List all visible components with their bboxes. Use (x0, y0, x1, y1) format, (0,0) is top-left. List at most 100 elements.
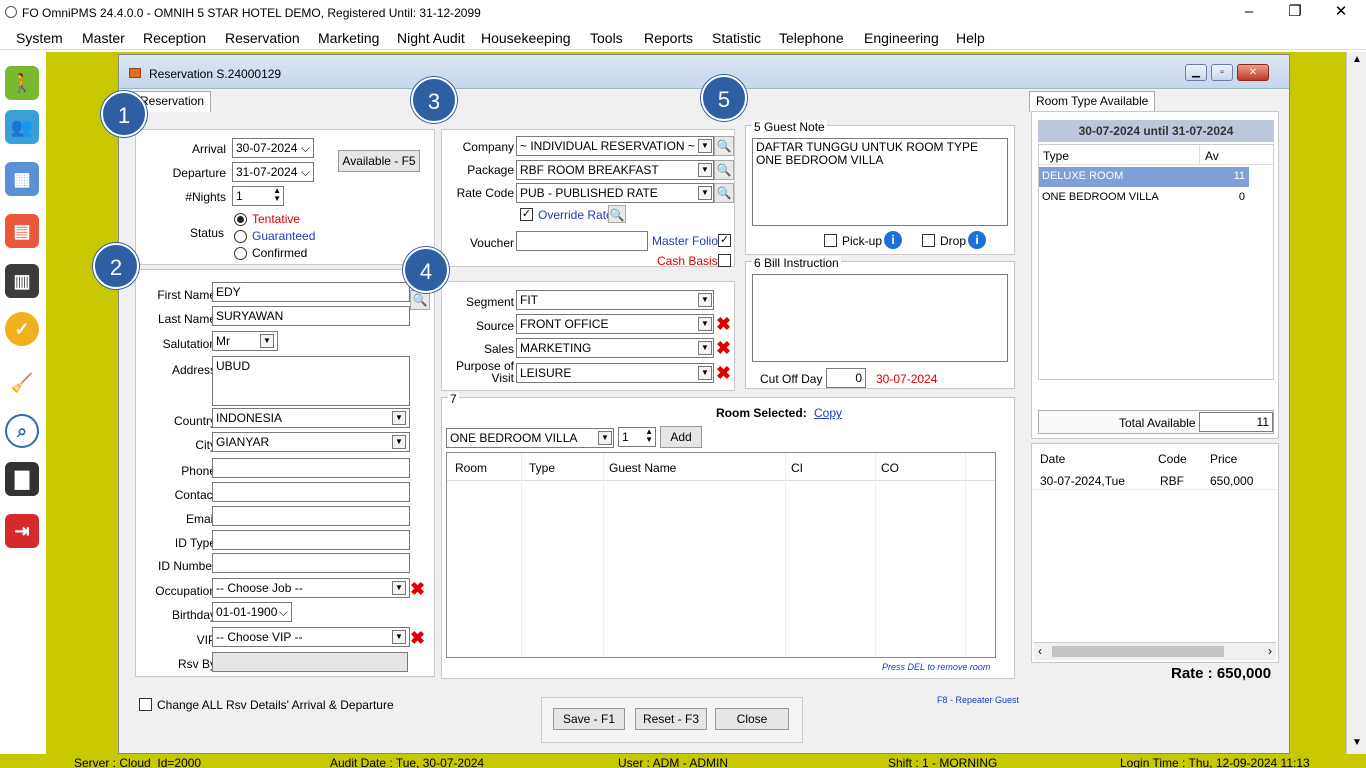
availability-table[interactable]: Type Av DELUXE ROOM 11 ONE BEDROOM VILLA… (1038, 144, 1274, 380)
walk-in-icon[interactable]: 🚶 (5, 66, 39, 100)
housekeeping-icon[interactable]: 🧹 (5, 366, 39, 400)
rate-code-select[interactable]: PUB - PUBLISHED RATE (516, 183, 714, 203)
guaranteed-radio[interactable] (234, 230, 247, 243)
scroll-thumb[interactable] (1052, 646, 1224, 657)
source-select[interactable]: FRONT OFFICE (516, 314, 714, 334)
drop-info-icon[interactable]: i (968, 231, 986, 249)
chevron-down-icon[interactable]: ▼ (392, 411, 406, 425)
menu-reception[interactable]: Reception (143, 30, 206, 46)
menu-telephone[interactable]: Telephone (779, 30, 844, 46)
contact-field[interactable] (212, 482, 410, 502)
birthday-date-picker[interactable]: 01-01-1900 ⌵ (212, 602, 292, 622)
company-search-button[interactable]: 🔍 (714, 136, 734, 156)
close-window-button[interactable]: ✕ (1318, 2, 1364, 24)
pickup-checkbox[interactable] (824, 234, 837, 247)
sales-select[interactable]: MARKETING (516, 338, 714, 358)
chevron-down-icon[interactable]: ▼ (598, 431, 612, 445)
chevron-down-icon[interactable]: ▼ (698, 139, 712, 153)
city-select[interactable]: GIANYAR (212, 432, 410, 452)
chevron-down-icon[interactable]: ▼ (698, 293, 712, 307)
chevron-down-icon[interactable]: ▼ (392, 435, 406, 449)
search-stats-icon[interactable]: ⌕ (5, 414, 39, 448)
price-hscrollbar[interactable]: ‹ › (1034, 642, 1276, 660)
guest-note-field[interactable]: DAFTAR TUNGGU UNTUK ROOM TYPE ONE BEDROO… (752, 138, 1008, 226)
cash-basis-checkbox[interactable] (718, 254, 731, 267)
menu-tools[interactable]: Tools (590, 30, 623, 46)
email-field[interactable] (212, 506, 410, 526)
rate-code-search-button[interactable]: 🔍 (714, 183, 734, 203)
clear-occupation-icon[interactable]: ✖ (410, 580, 425, 598)
purpose-select[interactable]: LEISURE (516, 363, 714, 383)
id-number-field[interactable] (212, 553, 410, 573)
maximize-button[interactable]: ❐ (1272, 2, 1318, 24)
mdi-restore-button[interactable]: ▫ (1211, 64, 1233, 81)
clear-vip-icon[interactable]: ✖ (410, 629, 425, 647)
cutoff-field[interactable]: 0 (826, 368, 866, 388)
vip-select[interactable]: -- Choose VIP -- (212, 627, 410, 647)
voucher-field[interactable] (516, 231, 648, 251)
first-name-field[interactable]: EDY (212, 282, 410, 302)
nights-stepper[interactable]: 1 ▲ ▼ (232, 186, 284, 206)
master-folio-checkbox[interactable]: ✓ (718, 234, 731, 247)
availability-row[interactable]: ONE BEDROOM VILLA 0 (1039, 188, 1249, 208)
menu-housekeeping[interactable]: Housekeeping (481, 30, 571, 46)
bill-instruction-field[interactable] (752, 274, 1008, 362)
copy-link[interactable]: Copy (814, 406, 842, 420)
departure-date-picker[interactable]: 31-07-2024 ⌵ (232, 162, 314, 182)
room-grid-icon[interactable]: ▤ (5, 214, 39, 248)
clear-purpose-icon[interactable]: ✖ (716, 364, 731, 382)
phone-field[interactable] (212, 458, 410, 478)
chevron-down-icon[interactable]: ▼ (260, 334, 274, 348)
package-select[interactable]: RBF ROOM BREAKFAST (516, 160, 714, 180)
menu-engineering[interactable]: Engineering (864, 30, 939, 46)
country-select[interactable]: INDONESIA (212, 408, 410, 428)
availability-row[interactable]: DELUXE ROOM 11 (1039, 167, 1249, 187)
mdi-close-button[interactable]: ✕ (1237, 64, 1269, 81)
guests-icon[interactable]: 👥 (5, 110, 39, 144)
segment-select[interactable]: FIT (516, 290, 714, 310)
menu-marketing[interactable]: Marketing (318, 30, 379, 46)
chevron-right-icon[interactable]: › (1268, 644, 1272, 658)
menu-statistic[interactable]: Statistic (712, 30, 761, 46)
calendar-icon[interactable]: ▥ (5, 264, 39, 298)
confirmed-radio[interactable] (234, 247, 247, 260)
menu-reports[interactable]: Reports (644, 30, 693, 46)
reset-button[interactable]: Reset - F3 (635, 708, 707, 730)
chevron-down-icon[interactable]: ▼ (698, 366, 712, 380)
chevron-down-icon[interactable]: ▼ (698, 341, 712, 355)
menu-reservation[interactable]: Reservation (225, 30, 300, 46)
minimize-button[interactable]: – (1226, 2, 1272, 24)
chevron-down-icon[interactable]: ▼ (698, 186, 712, 200)
guest-search-button[interactable]: 🔍 (410, 290, 430, 310)
occupation-select[interactable]: -- Choose Job -- (212, 578, 410, 598)
clear-source-icon[interactable]: ✖ (716, 315, 731, 333)
close-button[interactable]: Close (715, 708, 789, 730)
clear-sales-icon[interactable]: ✖ (716, 339, 731, 357)
change-all-checkbox[interactable] (139, 698, 152, 711)
menu-master[interactable]: Master (82, 30, 125, 46)
chevron-down-icon[interactable]: ▼ (698, 317, 712, 331)
rsv-by-field[interactable] (212, 652, 408, 672)
tab-room-type-available[interactable]: Room Type Available (1029, 91, 1156, 112)
arrival-date-picker[interactable]: 30-07-2024 ⌵ (232, 138, 314, 158)
exit-icon[interactable]: ⇥ (5, 514, 39, 548)
pickup-info-icon[interactable]: i (884, 231, 902, 249)
availability-icon[interactable]: ✓ (5, 312, 39, 346)
rooms-table[interactable]: Room Type Guest Name CI CO (446, 452, 996, 658)
price-row[interactable]: 30-07-2024,Tue RBF 650,000 (1032, 470, 1278, 490)
report-chart-icon[interactable]: ▇ (5, 462, 39, 496)
room-qty-stepper[interactable]: 1 ▲ ▼ (618, 427, 656, 447)
menu-night-audit[interactable]: Night Audit (397, 30, 465, 46)
tentative-radio[interactable] (234, 213, 247, 226)
floor-plan-icon[interactable]: ▦ (5, 162, 39, 196)
override-rate-search-button[interactable]: 🔍 (608, 205, 626, 223)
override-rate-checkbox[interactable]: ✓ (520, 208, 533, 221)
menu-help[interactable]: Help (956, 30, 985, 46)
available-button[interactable]: Available - F5 (338, 150, 420, 172)
drop-checkbox[interactable] (922, 234, 935, 247)
save-button[interactable]: Save - F1 (553, 708, 625, 730)
chevron-down-icon[interactable]: ▼ (392, 581, 406, 595)
chevron-left-icon[interactable]: ‹ (1038, 644, 1042, 658)
mdi-minimize-button[interactable]: ▁ (1185, 64, 1207, 81)
workspace-scrollbar[interactable]: ▲ ▼ (1346, 52, 1366, 754)
